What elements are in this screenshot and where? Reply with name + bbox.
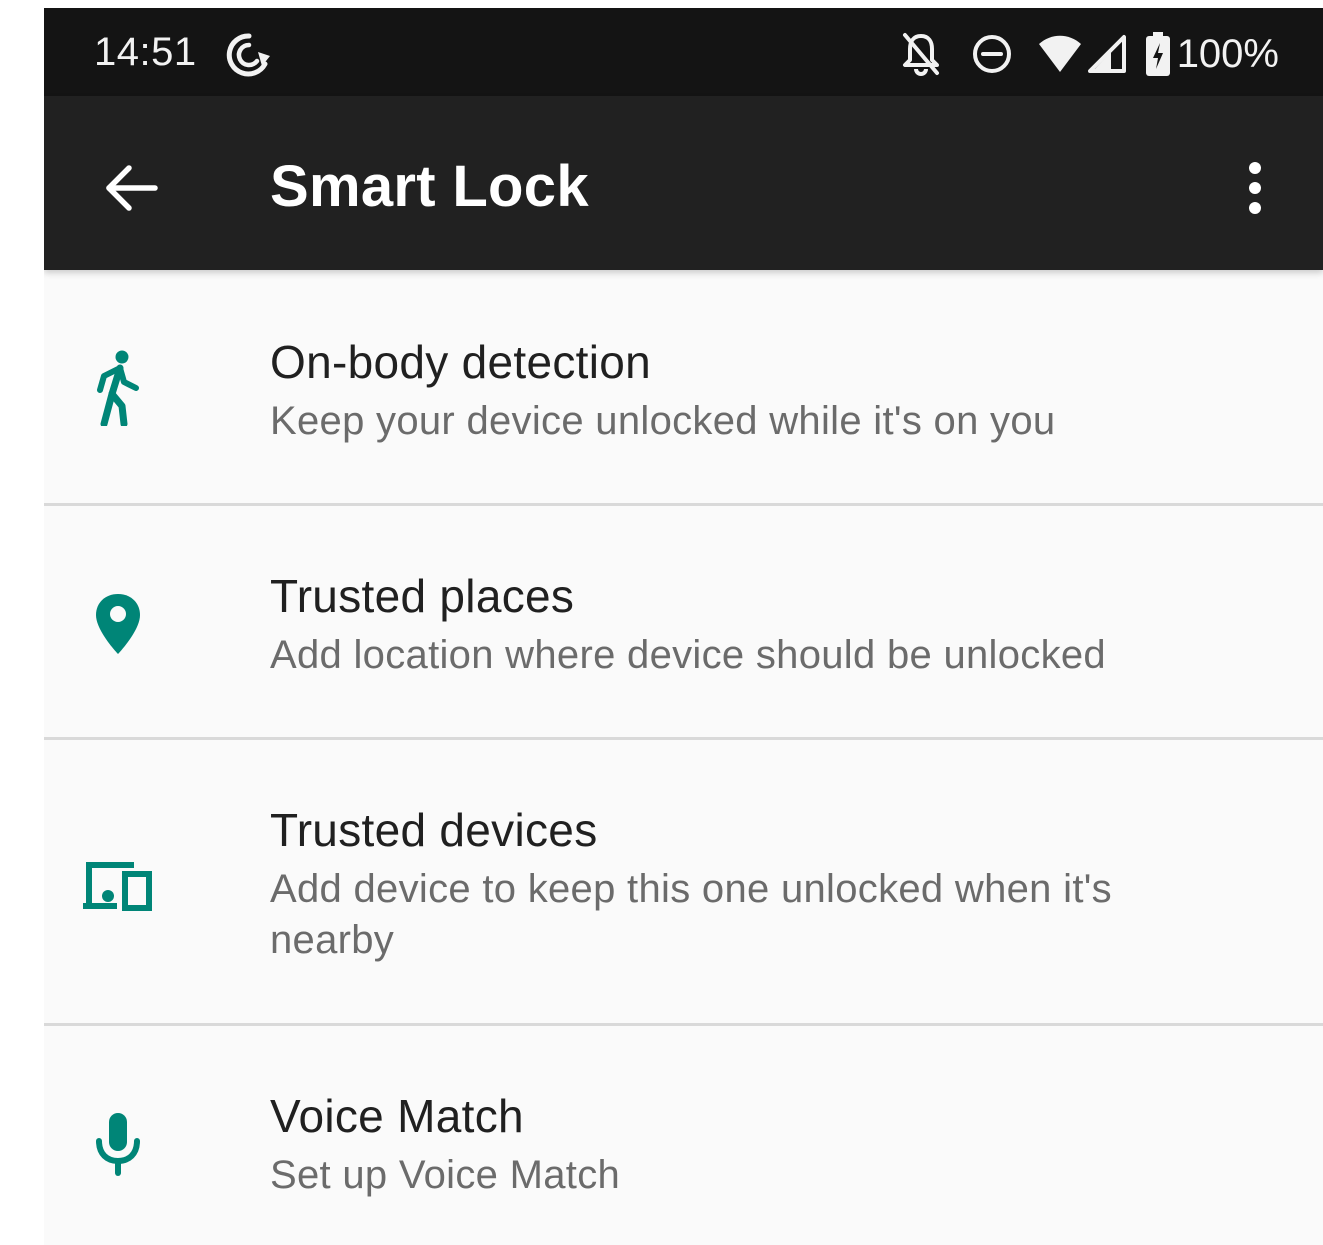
arrow-back-icon [106, 165, 158, 211]
battery-charging-icon [1145, 32, 1170, 76]
list-item-title: On-body detection [270, 336, 652, 388]
microphone-icon [78, 1104, 158, 1184]
list-item-trusted-places[interactable]: Trusted places Add location where device… [44, 506, 1323, 740]
list-item-title: Trusted places [270, 570, 575, 622]
more-options-button[interactable] [1215, 148, 1295, 228]
list-item-subtitle: Add device to keep this one unlocked whe… [270, 867, 1112, 962]
back-button[interactable] [88, 148, 174, 228]
do-not-disturb-icon [972, 35, 1011, 73]
battery-percent: 100% [1176, 32, 1279, 76]
list-item-subtitle: Keep your device unlocked while it's on … [270, 399, 1056, 443]
list-item-subtitle: Set up Voice Match [270, 1153, 621, 1197]
screen: 14:51 100% Smart Lock On-body detection … [44, 8, 1323, 1245]
list-item-subtitle: Add location where device should be unlo… [270, 633, 1106, 677]
walking-person-icon [78, 348, 158, 428]
cell-signal-icon [1087, 35, 1126, 73]
list-item-voice-match[interactable]: Voice Match Set up Voice Match [44, 1026, 1323, 1245]
more-vert-icon [1249, 162, 1261, 214]
devices-icon [78, 846, 158, 926]
list-item-trusted-devices[interactable]: Trusted devices Add device to keep this … [44, 740, 1323, 1026]
wifi-icon [1038, 35, 1081, 72]
location-pin-icon [78, 584, 158, 664]
list-item-on-body-detection[interactable]: On-body detection Keep your device unloc… [44, 270, 1323, 506]
page-title: Smart Lock [270, 154, 589, 219]
status-icons: 100% [901, 26, 1279, 82]
status-bar: 14:51 100% [44, 8, 1323, 96]
notifications-off-icon [902, 33, 939, 76]
status-time: 14:51 [94, 30, 197, 74]
list-item-title: Trusted devices [270, 804, 598, 856]
app-bar: Smart Lock [44, 96, 1323, 270]
settings-list: On-body detection Keep your device unloc… [44, 270, 1323, 1245]
list-item-title: Voice Match [270, 1090, 524, 1142]
sync-icon [226, 33, 270, 77]
